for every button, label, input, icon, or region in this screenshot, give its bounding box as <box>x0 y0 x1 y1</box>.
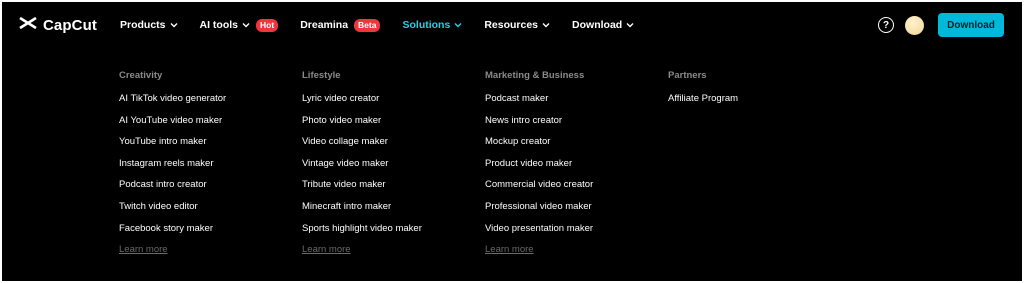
menu-link[interactable]: Commercial video creator <box>485 178 593 200</box>
nav-solutions[interactable]: Solutions <box>402 19 462 31</box>
header-tools: ? Download <box>878 13 1004 37</box>
menu-link[interactable]: Product video maker <box>485 157 593 179</box>
menu-link[interactable]: Podcast maker <box>485 92 593 114</box>
menu-link[interactable]: Minecraft intro maker <box>302 200 422 222</box>
menu-link[interactable]: Tribute video maker <box>302 178 422 200</box>
avatar[interactable] <box>905 15 924 35</box>
download-button[interactable]: Download <box>938 13 1004 37</box>
menu-link[interactable]: AI TikTok video generator <box>119 92 226 114</box>
menu-column-partners: Partners Affiliate Program <box>668 68 738 114</box>
nav-products-label: Products <box>120 19 166 31</box>
hot-badge: Hot <box>256 18 279 32</box>
column-title: Partners <box>668 70 707 81</box>
chevron-down-icon <box>170 23 178 28</box>
nav-ai-tools-label: AI tools <box>199 19 239 31</box>
nav-solutions-label: Solutions <box>402 19 451 31</box>
menu-link[interactable]: Vintage video maker <box>302 157 422 179</box>
menu-link[interactable]: Video presentation maker <box>485 222 593 244</box>
menu-link[interactable]: Mockup creator <box>485 135 593 157</box>
menu-column-marketing-business: Marketing & Business Podcast maker News … <box>485 68 593 257</box>
nav-resources-label: Resources <box>484 19 539 31</box>
help-icon[interactable]: ? <box>878 17 894 33</box>
top-navigation: CapCut Products AI tools Hot Dreamina Be… <box>2 2 1022 48</box>
chevron-down-icon <box>542 23 550 28</box>
learn-more-link[interactable]: Learn more <box>119 243 226 257</box>
nav-products[interactable]: Products <box>120 19 178 31</box>
column-title: Marketing & Business <box>485 70 585 81</box>
menu-link[interactable]: News intro creator <box>485 114 593 136</box>
menu-link[interactable]: AI YouTube video maker <box>119 114 226 136</box>
menu-link[interactable]: Sports highlight video maker <box>302 222 422 244</box>
nav-dreamina-label: Dreamina <box>300 19 349 31</box>
nav-ai-tools[interactable]: AI tools Hot <box>199 18 279 32</box>
menu-link[interactable]: Facebook story maker <box>119 222 226 244</box>
menu-link[interactable]: Affiliate Program <box>668 92 738 114</box>
main-nav: Products AI tools Hot Dreamina Beta Solu… <box>120 2 656 48</box>
beta-badge: Beta <box>354 18 381 32</box>
nav-download-label: Download <box>572 19 623 31</box>
column-title: Lifestyle <box>302 70 341 81</box>
chevron-down-icon <box>626 23 634 28</box>
menu-link[interactable]: Photo video maker <box>302 114 422 136</box>
menu-link[interactable]: Video collage maker <box>302 135 422 157</box>
menu-link[interactable]: YouTube intro maker <box>119 135 226 157</box>
chevron-down-icon <box>454 23 462 28</box>
menu-link[interactable]: Lyric video creator <box>302 92 422 114</box>
page-frame: CapCut Products AI tools Hot Dreamina Be… <box>2 2 1022 281</box>
nav-download[interactable]: Download <box>572 19 634 31</box>
menu-link[interactable]: Professional video maker <box>485 200 593 222</box>
learn-more-link[interactable]: Learn more <box>302 243 422 257</box>
menu-column-lifestyle: Lifestyle Lyric video creator Photo vide… <box>302 68 422 257</box>
column-title: Creativity <box>119 70 163 81</box>
menu-link[interactable]: Instagram reels maker <box>119 157 226 179</box>
nav-resources[interactable]: Resources <box>484 19 550 31</box>
nav-dreamina[interactable]: Dreamina Beta <box>300 18 381 32</box>
capcut-logo-icon <box>18 15 38 36</box>
brand-name: CapCut <box>43 16 97 34</box>
menu-column-creativity: Creativity AI TikTok video generator AI … <box>119 68 226 257</box>
menu-link[interactable]: Twitch video editor <box>119 200 226 222</box>
learn-more-link[interactable]: Learn more <box>485 243 593 257</box>
chevron-down-icon <box>242 23 250 28</box>
capcut-logo[interactable]: CapCut <box>18 14 97 36</box>
menu-link[interactable]: Podcast intro creator <box>119 178 226 200</box>
